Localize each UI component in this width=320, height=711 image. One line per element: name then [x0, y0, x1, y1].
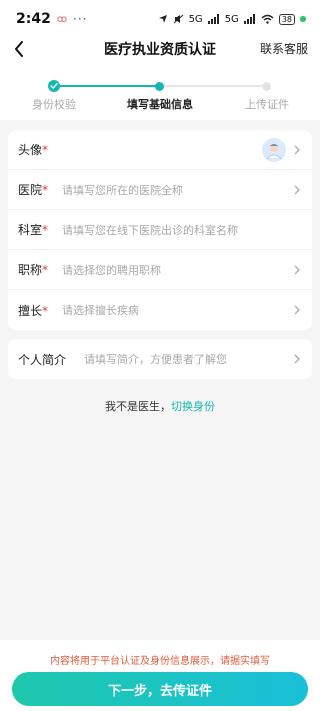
next-step-button[interactable]: 下一步，去传证件 — [12, 672, 308, 706]
intro-label: 个人简介 — [18, 352, 67, 367]
title-row[interactable]: 职称* 请选择您的聘用职称 — [8, 250, 312, 290]
wifi-icon — [261, 14, 274, 24]
hospital-label: 医院* — [18, 183, 49, 197]
location-arrow-icon — [158, 15, 167, 23]
chevron-right-icon — [292, 265, 302, 275]
specialty-label: 擅长* — [18, 303, 49, 318]
status-bar: 2:42 ꝏ ··· 5G 5G 38 — [0, 0, 320, 38]
step-1-label: 身份校验 — [32, 98, 76, 111]
department-label: 科室* — [18, 223, 49, 237]
step-2-active-dot — [155, 82, 164, 91]
chevron-right-icon — [292, 145, 302, 155]
chevron-right-icon — [292, 354, 302, 364]
step-3-todo-dot — [262, 82, 271, 91]
back-button[interactable] — [8, 38, 30, 60]
more-notifications-icon: ··· — [73, 12, 88, 26]
back-arrow-icon — [15, 41, 23, 57]
doctor-avatar-icon — [266, 143, 282, 159]
signal-icon — [243, 14, 255, 24]
avatar[interactable] — [262, 137, 286, 162]
switch-identity-link[interactable]: 切换身份 — [171, 400, 215, 413]
step-2-label: 填写基础信息 — [127, 98, 193, 111]
intro-card: 个人简介 请填写简介，方便患者了解您 — [8, 339, 312, 379]
basic-info-card: 头像* 医院* 请填写您所在的医院全称 科室* 请填写您在线下医院出诊的科室名称… — [8, 130, 312, 330]
switch-identity-prefix: 我不是医生， — [105, 400, 171, 413]
specialty-row[interactable]: 擅长* 请选择擅长疾病 — [8, 290, 312, 330]
avatar-label: 头像* — [18, 143, 49, 157]
privacy-indicator-icon — [300, 16, 306, 22]
hospital-input[interactable]: 请填写您所在的医院全称 — [62, 182, 286, 198]
step-3-label: 上传证件 — [245, 98, 289, 111]
hospital-row[interactable]: 医院* 请填写您所在的医院全称 — [8, 170, 312, 210]
progress-steps: 身份校验 填写基础信息 上传证件 — [0, 76, 320, 116]
title-select[interactable]: 请选择您的聘用职称 — [62, 262, 286, 278]
status-time: 2:42 — [16, 11, 51, 27]
footer-notice: 内容将用于平台认证及身份信息展示，请据实填写 — [50, 656, 270, 667]
intro-row[interactable]: 个人简介 请填写简介，方便患者了解您 — [8, 339, 312, 379]
specialty-select[interactable]: 请选择擅长疾病 — [62, 302, 286, 318]
step-connector-done — [54, 85, 160, 87]
network-label-1: 5G — [188, 13, 203, 25]
switch-identity-line: 我不是医生，切换身份 — [0, 398, 320, 414]
avatar-row[interactable]: 头像* — [8, 130, 312, 170]
title-label: 职称* — [18, 263, 49, 277]
department-input[interactable]: 请填写您在线下医院出诊的科室名称 — [62, 222, 302, 238]
chevron-right-icon — [292, 185, 302, 195]
step-1-check-icon — [48, 80, 60, 92]
mute-icon — [173, 14, 183, 24]
chevron-right-icon — [292, 305, 302, 315]
network-label-2: 5G — [224, 13, 239, 25]
contact-support-button[interactable]: 联系客服 — [260, 40, 308, 57]
battery-icon: 38 — [278, 13, 295, 25]
step-connector-todo — [160, 85, 266, 87]
signal-icon — [207, 14, 219, 24]
notification-indicator-icon: ꝏ — [56, 13, 68, 25]
department-row[interactable]: 科室* 请填写您在线下医院出诊的科室名称 — [8, 210, 312, 250]
intro-input[interactable]: 请填写简介，方便患者了解您 — [84, 351, 286, 367]
navigation-bar: 医疗执业资质认证 联系客服 — [0, 38, 320, 60]
